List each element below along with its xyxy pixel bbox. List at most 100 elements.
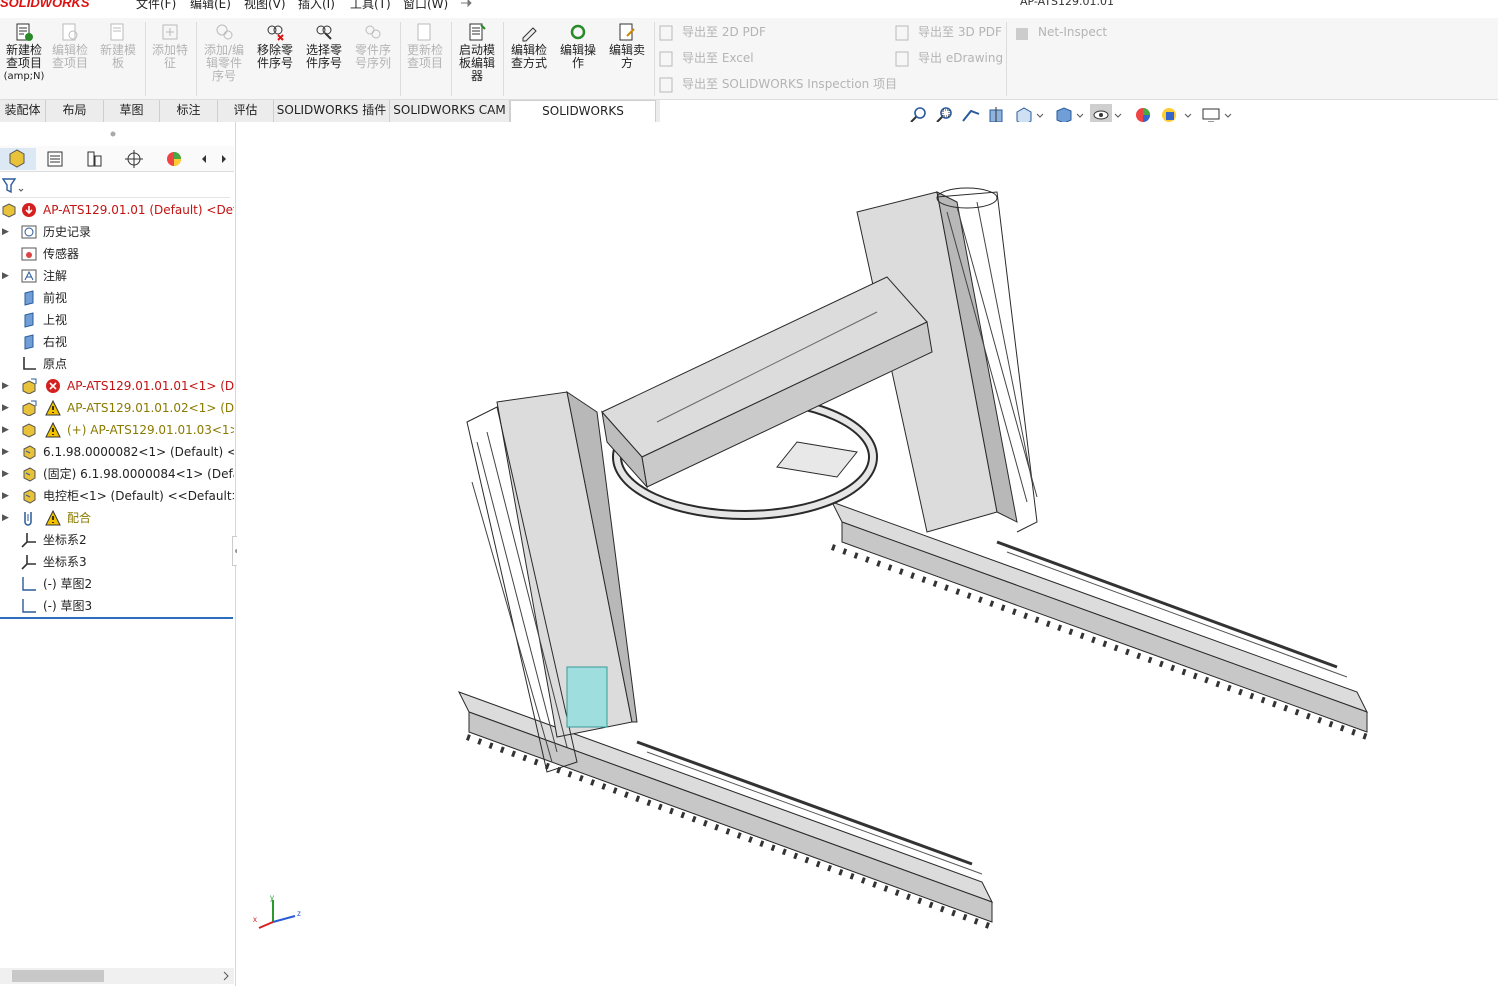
tree-item-coordinate-system-2[interactable]: 坐标系2: [0, 529, 234, 551]
export-3d-pdf-button[interactable]: 导出至 3D PDF: [894, 22, 1002, 42]
tree-item-component-03[interactable]: ▶ (+) AP-ATS129.01.01.03<1> (: [0, 419, 234, 441]
tab-evaluate[interactable]: 评估: [218, 100, 274, 122]
expand-arrow-icon[interactable]: ▶: [2, 419, 9, 441]
tree-item-sketch-2[interactable]: (-) 草图2: [0, 573, 234, 595]
tree-item-component-02[interactable]: ▶ AP-ATS129.01.01.02<1> (Def: [0, 397, 234, 419]
right-base-rail: [830, 501, 1369, 733]
tree-item-right-plane[interactable]: 右视: [0, 331, 234, 353]
tree-item-part-0000084[interactable]: ▶ (固定) 6.1.98.0000084<1> (Defau: [0, 463, 234, 485]
tree-item-mates[interactable]: ▶ 配合: [0, 507, 234, 529]
tree-filter-bar[interactable]: [0, 174, 230, 198]
expand-arrow-icon[interactable]: ▶: [2, 507, 9, 529]
annotation-icon: [21, 269, 37, 283]
warning-icon: [45, 400, 61, 416]
tab-solidworks-inspection[interactable]: SOLIDWORKS Inspection: [510, 100, 656, 139]
tree-item-label: AP-ATS129.01.01.01<1> (Def: [67, 379, 234, 393]
menu-tools[interactable]: 工具(T): [350, 0, 391, 12]
tab-sketch[interactable]: 草图: [104, 100, 160, 122]
new-template-button[interactable]: 新建模 板: [94, 22, 142, 70]
update-icon: [417, 23, 431, 41]
tree-item-origin[interactable]: 原点: [0, 353, 234, 375]
menu-view[interactable]: 视图(V): [244, 0, 286, 12]
display-manager-tab-icon[interactable]: [156, 148, 192, 170]
horizontal-scrollbar[interactable]: [0, 968, 234, 984]
mates-icon: [24, 512, 32, 526]
expand-arrow-icon[interactable]: ▶: [2, 221, 9, 243]
pin-icon[interactable]: [460, 0, 472, 8]
rebuild-error-icon: [22, 203, 36, 217]
property-manager-tab-icon[interactable]: [37, 148, 73, 170]
tree-item-component-01[interactable]: ▶ AP-ATS129.01.01.01<1> (Def: [0, 375, 234, 397]
tree-item-label: 6.1.98.0000082<1> (Default) <<[: [43, 445, 234, 459]
expand-arrow-icon[interactable]: ▶: [2, 485, 9, 507]
tree-item-front-plane[interactable]: 前视: [0, 287, 234, 309]
graphics-area[interactable]: y x z: [237, 122, 1498, 986]
tab-scroll-left-icon[interactable]: [196, 150, 212, 168]
tab-markup[interactable]: 标注: [160, 100, 218, 122]
filter-icon[interactable]: [2, 178, 24, 194]
tree-root-label: AP-ATS129.01.01 (Default) <Defa: [43, 203, 234, 217]
feature-manager-tab-icon[interactable]: [0, 148, 36, 170]
assembly-icon: [22, 423, 36, 438]
select-balloon-icon: [316, 25, 332, 40]
tree-item-annotations[interactable]: ▶ 注解: [0, 265, 234, 287]
select-balloon-button[interactable]: 选择零 件序号: [300, 22, 348, 70]
add-feature-button[interactable]: 添加特 征: [146, 22, 194, 70]
scroll-right-icon[interactable]: [220, 970, 232, 982]
edit-vendor-button[interactable]: 编辑卖 方: [603, 22, 651, 70]
sequence-icon: [365, 25, 381, 39]
export-excel-button[interactable]: 导出至 Excel: [658, 48, 754, 68]
expand-arrow-icon[interactable]: ▶: [2, 397, 9, 419]
scrollbar-thumb[interactable]: [12, 970, 104, 982]
menu-file[interactable]: 文件(F): [136, 0, 176, 12]
menu-window[interactable]: 窗口(W): [403, 0, 448, 12]
edit-inspection-button[interactable]: 编辑检 查项目: [46, 22, 94, 70]
edrawing-icon: [895, 51, 909, 66]
expand-arrow-icon[interactable]: ▶: [2, 441, 9, 463]
ribbon-separator: [196, 22, 197, 96]
expand-arrow-icon[interactable]: ▶: [2, 375, 9, 397]
add-feature-icon: [162, 24, 178, 40]
edit-inspection-method-button[interactable]: 编辑检 查方式: [505, 22, 553, 70]
tree-item-label: 前视: [43, 291, 68, 305]
tree-item-control-cabinet[interactable]: ▶ 电控柜<1> (Default) <<Default>_: [0, 485, 234, 507]
expand-arrow-icon[interactable]: ▶: [2, 463, 9, 485]
edit-operation-button[interactable]: 编辑操 作: [554, 22, 602, 70]
remove-balloon-button[interactable]: 移除零 件序号: [251, 22, 299, 70]
add-edit-balloon-button[interactable]: 添加/编 辑零件 序号: [200, 22, 248, 83]
tree-item-part-0000082[interactable]: ▶ 6.1.98.0000082<1> (Default) <<[: [0, 441, 234, 463]
rollback-bar[interactable]: [0, 617, 233, 619]
expand-arrow-icon[interactable]: ▶: [2, 265, 9, 287]
tab-scroll-right-icon[interactable]: [216, 150, 232, 168]
tab-solidworks-addins[interactable]: SOLIDWORKS 插件: [274, 100, 390, 122]
tab-assembly[interactable]: 装配体: [0, 100, 46, 122]
export-sw-inspection-button[interactable]: 导出至 SOLIDWORKS Inspection 项目: [658, 74, 897, 94]
tree-item-sensors[interactable]: 传感器: [0, 243, 234, 265]
gantry-beam: [601, 276, 933, 489]
balloon-icon: [216, 24, 233, 40]
tree-item-coordinate-system-3[interactable]: 坐标系3: [0, 551, 234, 573]
menu-edit[interactable]: 编辑(E): [190, 0, 231, 12]
launch-template-editor-button[interactable]: 启动模 板编辑 器: [453, 22, 501, 83]
panel-grip-icon[interactable]: [109, 130, 117, 138]
net-inspect-button[interactable]: Net-Inspect: [1014, 22, 1107, 42]
tab-layout[interactable]: 布局: [46, 100, 104, 122]
balloon-sequence-button[interactable]: 零件序 号序列: [349, 22, 397, 70]
export-2d-pdf-button[interactable]: 导出至 2D PDF: [658, 22, 766, 42]
tree-item-history[interactable]: ▶ 历史记录: [0, 221, 234, 243]
export-edrawing-button[interactable]: 导出 eDrawing: [894, 48, 1003, 68]
menu-insert[interactable]: 插入(I): [298, 0, 335, 12]
tab-solidworks-cam[interactable]: SOLIDWORKS CAM: [390, 100, 510, 122]
tree-item-label: 历史记录: [43, 225, 92, 239]
dimxpert-manager-tab-icon[interactable]: [116, 148, 152, 170]
remove-balloon-icon: [267, 25, 284, 41]
triad-z-label: z: [297, 909, 301, 918]
new-inspection-button[interactable]: 新建检 查项目 (amp;N): [0, 22, 48, 83]
plane-icon: [24, 290, 34, 306]
tree-root-assembly[interactable]: AP-ATS129.01.01 (Default) <Defa: [0, 199, 234, 221]
configuration-manager-tab-icon[interactable]: [76, 148, 112, 170]
tree-item-sketch-3[interactable]: (-) 草图3: [0, 595, 234, 617]
update-inspection-button[interactable]: 更新检 查项目: [401, 22, 449, 70]
net-inspect-icon: [1016, 27, 1028, 40]
tree-item-top-plane[interactable]: 上视: [0, 309, 234, 331]
